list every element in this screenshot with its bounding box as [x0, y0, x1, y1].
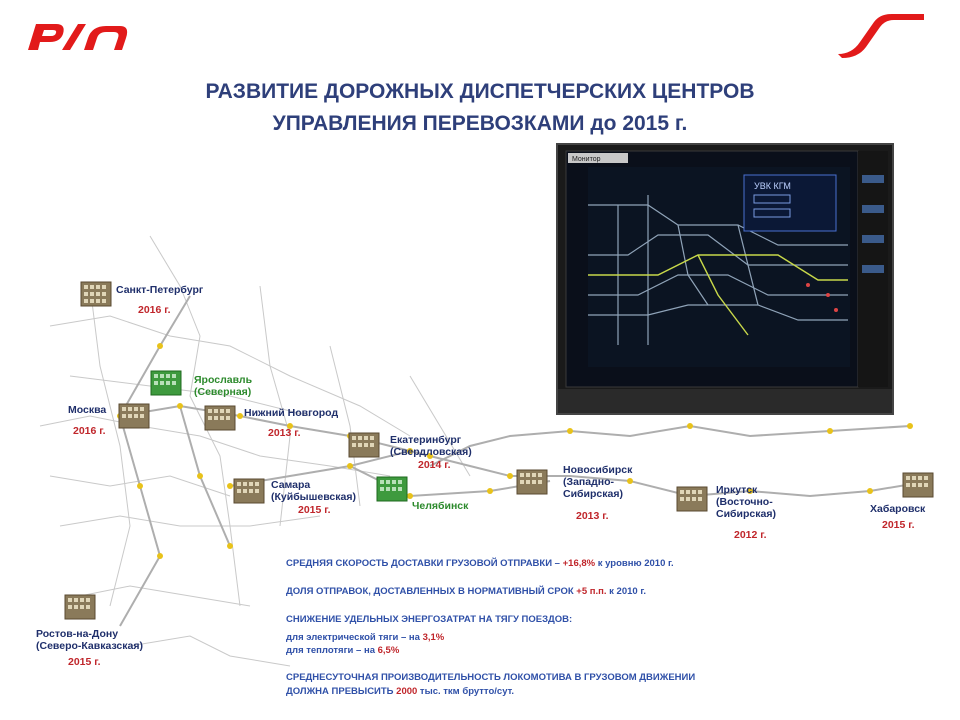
brand-swoosh: [838, 14, 924, 58]
year-rostov: 2015 г.: [68, 656, 101, 668]
stat-electric-traction: для электрической тяги – на 3,1%: [286, 632, 445, 643]
building-icon: [376, 476, 408, 502]
year-novosibirsk: 2013 г.: [576, 510, 609, 522]
year-yekaterinburg: 2014 г.: [418, 459, 451, 471]
stat-locomotive-line2: ДОЛЖНА ПРЕВЫСИТЬ 2000 тыс. ткм брутто/су…: [286, 686, 515, 697]
building-icon: [233, 478, 265, 504]
year-moscow: 2016 г.: [73, 425, 106, 437]
stat-energy-heading: СНИЖЕНИЕ УДЕЛЬНЫХ ЭНЕРГОЗАТРАТ НА ТЯГУ П…: [286, 614, 573, 625]
building-icon: [516, 469, 548, 495]
schematic-display: Монитор УВК КГМ: [558, 145, 892, 413]
year-nizhny: 2013 г.: [268, 427, 301, 439]
city-label-nizhny: Нижний Новгород: [244, 407, 339, 419]
stat-diesel-traction: для теплотяги – на 6,5%: [286, 645, 400, 656]
screen-box-title: УВК КГМ: [754, 181, 791, 191]
building-icon: [64, 594, 96, 620]
title-line-1: РАЗВИТИЕ ДОРОЖНЫХ ДИСПЕТЧЕРСКИХ ЦЕНТРОВ: [205, 80, 755, 103]
city-label-khabarovsk: Хабаровск: [870, 503, 926, 515]
year-samara: 2015 г.: [298, 504, 331, 516]
building-icon: [204, 405, 236, 431]
city-label-spb: Санкт-Петербург: [116, 284, 204, 296]
building-icon: [902, 472, 934, 498]
city-label-samara: Самара (Куйбышевская): [271, 479, 356, 503]
dispatcher-screen-photo: Монитор УВК КГМ: [556, 143, 894, 415]
building-icon: [118, 403, 150, 429]
screen-tab-label: Монитор: [572, 156, 601, 163]
stat-on-time-share: ДОЛЯ ОТПРАВОК, ДОСТАВЛЕННЫХ В НОРМАТИВНЫ…: [286, 586, 646, 597]
stat-locomotive-line1: СРЕДНЕСУТОЧНАЯ ПРОИЗВОДИТЕЛЬНОСТЬ ЛОКОМО…: [286, 672, 696, 683]
year-spb: 2016 г.: [138, 304, 171, 316]
building-icon: [80, 281, 112, 307]
building-icon: [676, 486, 708, 512]
city-label-chelyabinsk: Челябинск: [412, 500, 469, 512]
stat-delivery-speed: СРЕДНЯЯ СКОРОСТЬ ДОСТАВКИ ГРУЗОВОЙ ОТПРА…: [286, 558, 674, 569]
title-line-2: УПРАВЛЕНИЯ ПЕРЕВОЗКАМИ до 2015 г.: [272, 112, 688, 135]
city-label-yaroslavl: Ярославль (Северная): [194, 374, 253, 398]
city-label-irkutsk: Иркутск (Восточно- Сибирская): [716, 484, 776, 520]
year-khabarovsk: 2015 г.: [882, 519, 915, 531]
page-title: РАЗВИТИЕ ДОРОЖНЫХ ДИСПЕТЧЕРСКИХ ЦЕНТРОВ …: [120, 76, 840, 140]
building-icon: [150, 370, 182, 396]
city-label-rostov: Ростов-на-Дону (Северо-Кавказская): [36, 628, 143, 652]
city-label-moscow: Москва: [68, 404, 107, 416]
city-label-novosibirsk: Новосибирск (Западно- Сибирская): [563, 464, 633, 500]
year-irkutsk: 2012 г.: [734, 529, 767, 541]
city-label-yekaterinburg: Екатеринбург (Свердловская): [390, 434, 472, 458]
building-icon: [348, 432, 380, 458]
rzd-logo: [28, 24, 128, 50]
